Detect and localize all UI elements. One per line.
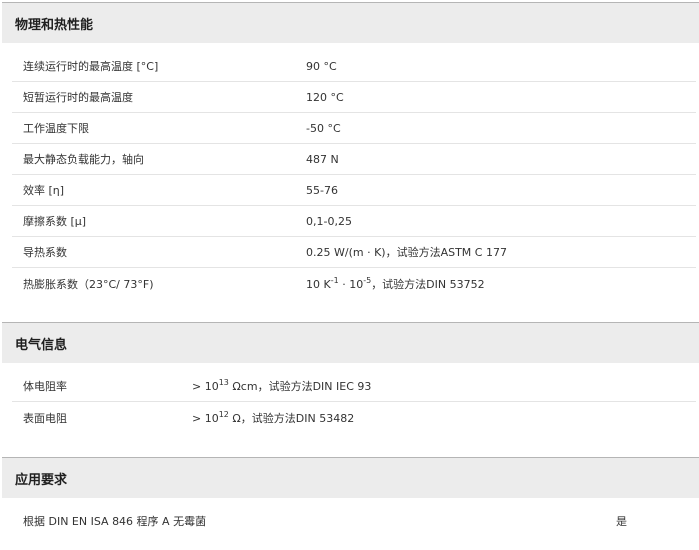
section-title: 应用要求 xyxy=(15,472,68,488)
table-row: 短暂运行时的最高温度 120 °C xyxy=(12,82,696,113)
table-row: 体电阻率 > 1013 Ωcm，试验方法DIN IEC 93 xyxy=(12,371,696,402)
table-row: 效率 [η] 55-76 xyxy=(12,175,696,206)
section-header-physical-thermal: 物理和热性能 xyxy=(2,2,699,43)
row-label: 热膨胀系数（23°C/ 73°F) xyxy=(23,277,154,291)
row-value: 487 N xyxy=(306,152,339,166)
table-row: 根据 DIN EN ISA 846 程序 A 无霉菌 是 xyxy=(12,505,696,536)
section-title: 电气信息 xyxy=(15,337,68,353)
table-row: 热膨胀系数（23°C/ 73°F) 10 K-1 · 10-5，试验方法DIN … xyxy=(12,268,696,299)
row-label: 体电阻率 xyxy=(23,380,67,393)
table-row: 工作温度下限 -50 °C xyxy=(12,113,696,144)
row-value: 120 °C xyxy=(306,90,344,104)
row-label: 连续运行时的最高温度 [°C] xyxy=(23,60,159,73)
table-row: 最大静态负载能力，轴向 487 N xyxy=(12,144,696,175)
table-row: 导热系数 0.25 W/(m · K)，试验方法ASTM C 177 xyxy=(12,237,696,268)
row-value: 是 xyxy=(616,514,627,528)
section-header-application: 应用要求 xyxy=(2,457,699,498)
row-label: 短暂运行时的最高温度 xyxy=(23,91,133,104)
row-value: > 1012 Ω，试验方法DIN 53482 xyxy=(192,409,355,425)
row-value: 0,1-0,25 xyxy=(306,214,352,228)
table-row: 表面电阻 > 1012 Ω，试验方法DIN 53482 xyxy=(12,402,696,433)
row-value: 0.25 W/(m · K)，试验方法ASTM C 177 xyxy=(306,246,507,259)
row-label: 最大静态负载能力，轴向 xyxy=(23,153,144,166)
row-label: 效率 [η] xyxy=(23,184,65,197)
table-row: 连续运行时的最高温度 [°C] 90 °C xyxy=(12,51,696,82)
row-label: 根据 DIN EN ISA 846 程序 A 无霉菌 xyxy=(23,514,207,528)
row-value: 10 K-1 · 10-5，试验方法DIN 53752 xyxy=(306,275,485,291)
row-label: 工作温度下限 xyxy=(23,122,89,135)
row-label: 导热系数 xyxy=(23,246,67,259)
row-label: 摩擦系数 [μ] xyxy=(23,215,87,228)
section-title: 物理和热性能 xyxy=(15,17,94,33)
table-row: 摩擦系数 [μ] 0,1-0,25 xyxy=(12,206,696,237)
row-value: 55-76 xyxy=(306,183,338,197)
row-label: 表面电阻 xyxy=(23,411,67,425)
row-value: > 1013 Ωcm，试验方法DIN IEC 93 xyxy=(192,378,372,394)
section-header-electrical: 电气信息 xyxy=(2,322,699,363)
row-value: 90 °C xyxy=(306,59,337,73)
row-value: -50 °C xyxy=(306,121,341,135)
